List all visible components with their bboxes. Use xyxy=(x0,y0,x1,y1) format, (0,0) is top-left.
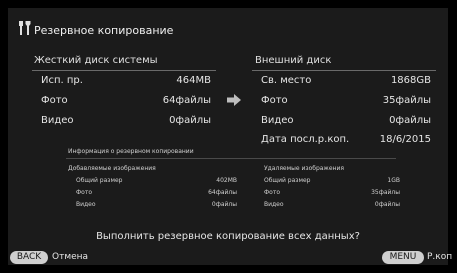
row-value: 0файлы xyxy=(374,201,400,208)
row-value: 464MB xyxy=(176,75,211,86)
row-label: Общий размер xyxy=(76,177,123,184)
row-label: Св. место xyxy=(261,75,312,86)
tools-icon xyxy=(19,21,31,35)
row-label: Фото xyxy=(76,189,93,196)
confirm-prompt: Выполнить резервное копирование всех дан… xyxy=(96,231,360,242)
menu-button[interactable]: MENU xyxy=(382,251,424,264)
added-video-row: Видео 0файлы xyxy=(76,201,237,209)
backup-screen: Резервное копирование Жесткий диск систе… xyxy=(8,8,452,265)
row-label: Видео xyxy=(76,201,96,208)
back-button[interactable]: BACK xyxy=(10,251,48,264)
row-label: Видео xyxy=(261,115,294,126)
page-title: Резервное копирование xyxy=(34,24,174,37)
back-label: Отмена xyxy=(52,252,89,262)
added-size-row: Общий размер 402MB xyxy=(76,177,237,185)
removed-video-row: Видео 0файлы xyxy=(264,201,400,209)
row-label: Общий размер xyxy=(264,177,311,184)
row-value: 18/6/2015 xyxy=(379,134,431,145)
row-value: 0файлы xyxy=(211,201,237,208)
row-label: Видео xyxy=(41,115,74,126)
row-label: Видео xyxy=(264,201,284,208)
system-disk-title: Жесткий диск системы xyxy=(34,55,158,66)
row-value: 35файлы xyxy=(371,189,400,196)
row-value: 64файлы xyxy=(162,95,211,106)
external-disk-title: Внешний диск xyxy=(255,55,332,66)
removed-size-row: Общий размер 1GB xyxy=(264,177,400,185)
row-value: 35файлы xyxy=(382,95,431,106)
row-label: Фото xyxy=(41,95,68,106)
removed-images-title: Удаляемые изображения xyxy=(264,165,344,172)
added-photo-row: Фото 64файлы xyxy=(76,189,237,197)
row-value: 64файлы xyxy=(208,189,237,196)
row-value: 402MB xyxy=(216,177,237,184)
row-value: 1868GB xyxy=(390,75,431,86)
row-label: Фото xyxy=(261,95,288,106)
menu-label: Р.коп xyxy=(427,252,453,262)
removed-photo-row: Фото 35файлы xyxy=(264,189,400,197)
row-label: Фото xyxy=(264,189,281,196)
row-label: Исп. пр. xyxy=(41,75,83,86)
row-label: Дата посл.р.коп. xyxy=(261,134,350,145)
divider xyxy=(32,70,216,71)
row-value: 0файлы xyxy=(389,115,431,126)
added-images-title: Добавляемые изображения xyxy=(68,165,156,172)
arrow-right-icon xyxy=(227,94,241,106)
row-value: 1GB xyxy=(387,177,400,184)
divider xyxy=(252,70,436,71)
divider xyxy=(66,158,396,159)
row-value: 0файлы xyxy=(169,115,211,126)
backup-info-title: Информация о резервном копировании xyxy=(68,148,194,155)
